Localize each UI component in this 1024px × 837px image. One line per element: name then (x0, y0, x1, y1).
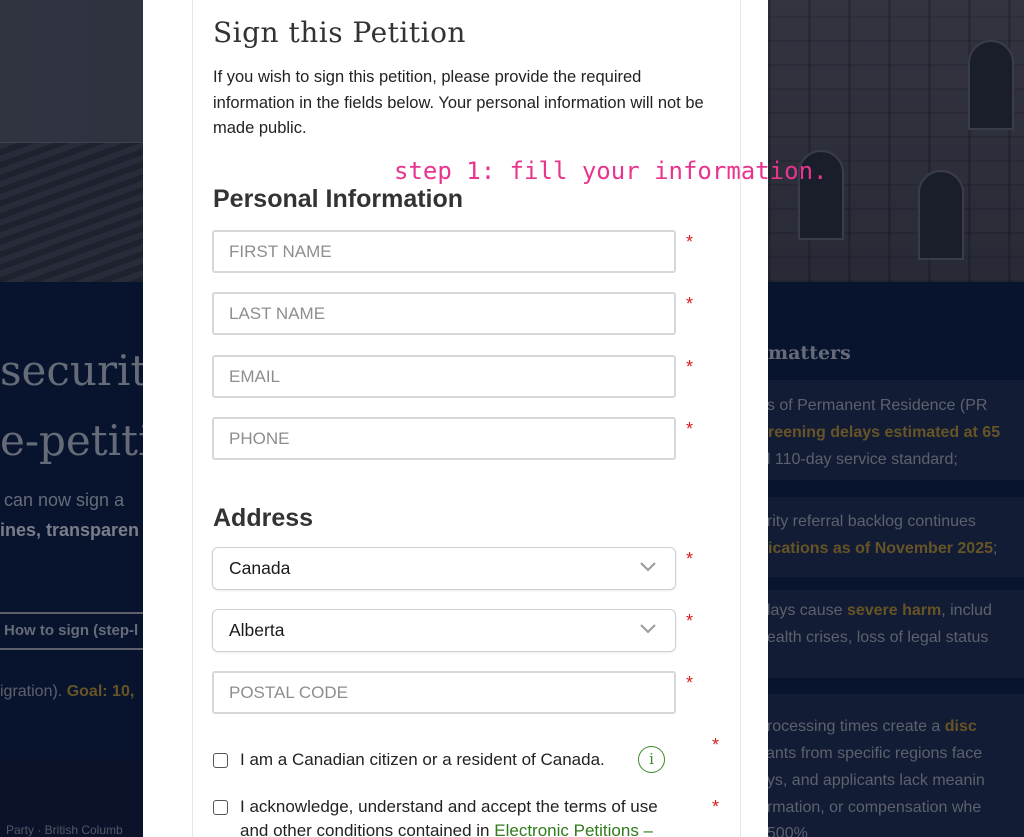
terms-checkbox-label-line2: and other conditions contained in Electr… (240, 821, 653, 837)
personal-information-heading: Personal Information (213, 185, 464, 213)
required-marker: * (712, 735, 720, 755)
terms-checkbox-label: I acknowledge, understand and accept the… (240, 797, 658, 816)
country-select-value: Canada (229, 558, 291, 578)
citizen-checkbox-label: I am a Canadian citizen or a resident of… (240, 750, 605, 769)
step-annotation: step 1: fill your information. (394, 157, 828, 185)
first-name-field[interactable] (212, 230, 676, 273)
last-name-input[interactable] (214, 294, 674, 333)
info-icon[interactable]: i (638, 746, 665, 773)
province-select[interactable]: Alberta (212, 609, 676, 652)
chevron-down-icon (640, 624, 656, 634)
phone-input[interactable] (214, 419, 674, 458)
modal-intro-text: If you wish to sign this petition, pleas… (213, 68, 704, 137)
chevron-down-icon (640, 562, 656, 572)
address-heading: Address (213, 504, 314, 532)
postal-code-field[interactable] (212, 671, 676, 714)
electronic-petitions-link[interactable]: Electronic Petitions – (494, 821, 653, 837)
required-marker: * (686, 294, 694, 314)
required-marker: * (712, 797, 720, 817)
email-field[interactable] (212, 355, 676, 398)
required-marker: * (686, 419, 694, 439)
required-marker: * (686, 611, 694, 631)
email-input[interactable] (214, 357, 674, 396)
last-name-field[interactable] (212, 292, 676, 335)
required-marker: * (686, 549, 694, 569)
phone-field[interactable] (212, 417, 676, 460)
required-marker: * (686, 673, 694, 693)
required-marker: * (686, 357, 694, 377)
citizen-checkbox[interactable] (213, 753, 228, 768)
terms-checkbox[interactable] (213, 800, 228, 815)
modal-title: Sign this Petition (213, 16, 466, 49)
country-select[interactable]: Canada (212, 547, 676, 590)
postal-code-input[interactable] (214, 673, 674, 712)
province-select-value: Alberta (229, 620, 285, 640)
required-marker: * (686, 232, 694, 252)
first-name-input[interactable] (214, 232, 674, 271)
